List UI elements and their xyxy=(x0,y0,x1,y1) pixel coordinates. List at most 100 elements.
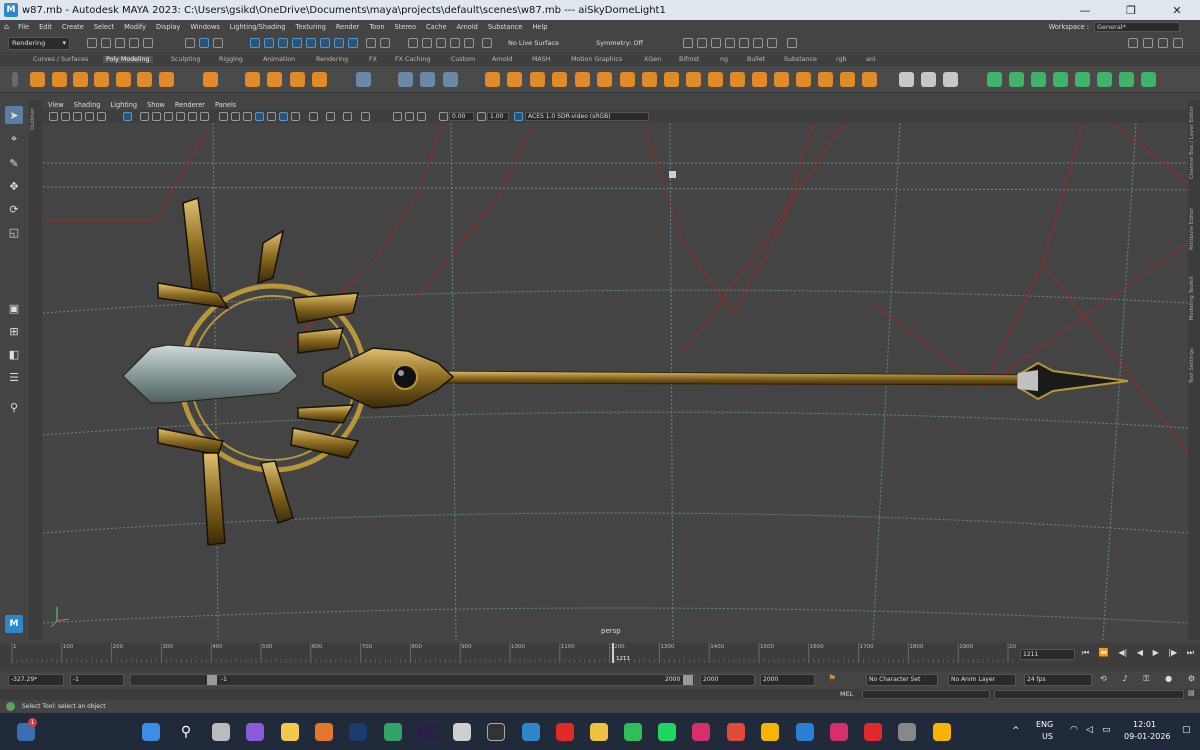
shelf-tab-arnold[interactable]: Arnold xyxy=(492,56,512,63)
poke-icon[interactable] xyxy=(840,72,855,87)
menu-render[interactable]: Render xyxy=(331,23,364,31)
boolean-difference-icon[interactable] xyxy=(507,72,522,87)
fps-dropdown[interactable]: 24 fps xyxy=(1024,674,1092,686)
outliner-toggle-icon[interactable] xyxy=(767,38,777,48)
undo-icon[interactable] xyxy=(129,38,139,48)
color-management-icon[interactable] xyxy=(514,112,523,121)
gamma-field[interactable]: 1.00 xyxy=(487,112,509,121)
shelf-tab-bifrost[interactable]: Bifrost xyxy=(679,56,699,63)
sidebar-toggle-icon[interactable] xyxy=(683,38,693,48)
gamma-icon[interactable] xyxy=(477,112,486,121)
youtube-icon[interactable] xyxy=(556,723,574,741)
poly-torus-icon[interactable] xyxy=(137,72,152,87)
upload-app-icon[interactable] xyxy=(796,723,814,741)
poly-disc-icon[interactable] xyxy=(159,72,174,87)
smooth-shade-icon[interactable] xyxy=(231,112,240,121)
two-pane-layout-icon[interactable]: ◧ xyxy=(5,345,23,363)
menu-select[interactable]: Select xyxy=(89,23,119,31)
select-hierarchy-icon[interactable] xyxy=(185,38,195,48)
multi-cut-icon[interactable] xyxy=(686,72,701,87)
resolution-gate-icon[interactable] xyxy=(152,112,161,121)
whatsapp-icon[interactable] xyxy=(624,723,642,741)
uv-unfold-icon[interactable] xyxy=(1119,72,1134,87)
clock-time[interactable]: 12:01 xyxy=(1133,720,1156,729)
smooth-icon[interactable] xyxy=(443,72,458,87)
sound-icon[interactable]: ♪ xyxy=(1122,674,1127,686)
single-pane-layout-icon[interactable]: ▣ xyxy=(5,299,23,317)
uv-layout-icon[interactable] xyxy=(1097,72,1112,87)
workspace-dropdown[interactable]: General* xyxy=(1094,21,1180,32)
combine-icon[interactable] xyxy=(398,72,413,87)
go-to-end-icon[interactable]: ⏭ xyxy=(1187,648,1194,662)
channel-box-tab[interactable]: Channel Box / Layer Editor xyxy=(1189,106,1199,179)
bookmark-icon[interactable] xyxy=(61,112,70,121)
separate-icon[interactable] xyxy=(420,72,435,87)
exposure-icon[interactable] xyxy=(439,112,448,121)
windows-start-icon[interactable] xyxy=(142,723,160,741)
shelf-tab-fx-caching[interactable]: FX Caching xyxy=(395,56,430,63)
go-to-start-icon[interactable]: ⏮ xyxy=(1082,648,1089,662)
exposure-field[interactable]: 0.00 xyxy=(449,112,474,121)
range-end-handle[interactable] xyxy=(683,675,693,685)
viewport-menu-lighting[interactable]: Lighting xyxy=(105,101,142,109)
pause-viewport-icon[interactable] xyxy=(787,38,797,48)
mel-label[interactable]: MEL xyxy=(840,690,853,698)
offset-edge-loop-icon[interactable] xyxy=(796,72,811,87)
chrome-2-icon[interactable] xyxy=(933,723,951,741)
outliner-strip[interactable]: Outliner xyxy=(29,100,42,640)
home-icon[interactable]: ⌂ xyxy=(0,22,13,31)
save-scene-icon[interactable] xyxy=(115,38,125,48)
time-slider[interactable]: 1 100 200 300 400 500 600 700 800 900 1000 1100 1200… xyxy=(0,643,1200,671)
menu-texturing[interactable]: Texturing xyxy=(290,23,330,31)
youtube-2-icon[interactable] xyxy=(864,723,882,741)
current-time-indicator[interactable] xyxy=(612,643,614,663)
2d-pan-zoom-icon[interactable] xyxy=(85,112,94,121)
shelf-tab-substance[interactable]: Substance xyxy=(784,56,817,63)
shelf-tab-rgb[interactable]: rgb xyxy=(836,56,846,63)
menu-set-dropdown[interactable]: Rendering xyxy=(8,37,70,50)
shadows-icon[interactable] xyxy=(279,112,288,121)
view-transform-dropdown[interactable]: ACES 1.0 SDR-video (sRGB) xyxy=(525,112,649,121)
shelf-tab-curves[interactable]: Curves / Surfaces xyxy=(33,56,88,63)
tool-settings-toggle-icon[interactable] xyxy=(725,38,735,48)
step-back-frame-icon[interactable]: ◀| xyxy=(1118,648,1127,662)
isolate-select-icon[interactable] xyxy=(361,112,370,121)
shelf-tab-ani[interactable]: ani xyxy=(866,56,876,63)
perspective-viewport[interactable]: persp xyxy=(43,123,1188,640)
start-time-field[interactable]: -327.29* xyxy=(8,674,64,686)
shelf-tab-sculpting[interactable]: Sculpting xyxy=(171,56,200,63)
viewport-menu-show[interactable]: Show xyxy=(142,101,170,109)
shelf-tab-fx[interactable]: FX xyxy=(369,56,377,63)
four-pane-layout-icon[interactable]: ⊞ xyxy=(5,322,23,340)
uv-editor-icon[interactable] xyxy=(356,72,371,87)
menu-edit[interactable]: Edit xyxy=(34,23,57,31)
outliner-tab-label[interactable]: Outliner xyxy=(30,108,40,130)
grid-toggle-icon[interactable] xyxy=(123,112,132,121)
settings-gear-icon[interactable] xyxy=(1158,38,1168,48)
channel-box-toggle-icon[interactable] xyxy=(739,38,749,48)
menu-modify[interactable]: Modify xyxy=(119,23,151,31)
key-icon[interactable]: ⚿ xyxy=(1143,674,1149,686)
poly-plane-icon[interactable] xyxy=(116,72,131,87)
lock-icon[interactable] xyxy=(366,38,376,48)
playback-end-field[interactable]: 2000 xyxy=(700,674,755,686)
extrude-icon[interactable] xyxy=(575,72,590,87)
volume-icon[interactable]: ◁ xyxy=(1086,725,1093,735)
search-icon[interactable]: ⚲ xyxy=(5,398,23,416)
new-scene-icon[interactable] xyxy=(87,38,97,48)
link-app-icon[interactable] xyxy=(453,723,471,741)
viewport-menu-shading[interactable]: Shading xyxy=(69,101,106,109)
field-chart-icon[interactable] xyxy=(176,112,185,121)
fill-hole-icon[interactable] xyxy=(642,72,657,87)
type-text-icon[interactable] xyxy=(290,72,305,87)
wireframe-on-shaded-icon[interactable] xyxy=(243,112,252,121)
textured-icon[interactable] xyxy=(255,112,264,121)
bridge-icon[interactable] xyxy=(597,72,612,87)
chrome-icon[interactable] xyxy=(761,723,779,741)
snap-point-icon[interactable] xyxy=(278,38,288,48)
script-editor-icon[interactable]: ▤ xyxy=(1188,689,1195,697)
shelf-tab-bullet[interactable]: Bullet xyxy=(747,56,765,63)
close-button[interactable]: ✕ xyxy=(1154,0,1200,20)
modeling-toolkit-icon[interactable] xyxy=(697,38,707,48)
motion-blur-icon[interactable] xyxy=(309,112,318,121)
